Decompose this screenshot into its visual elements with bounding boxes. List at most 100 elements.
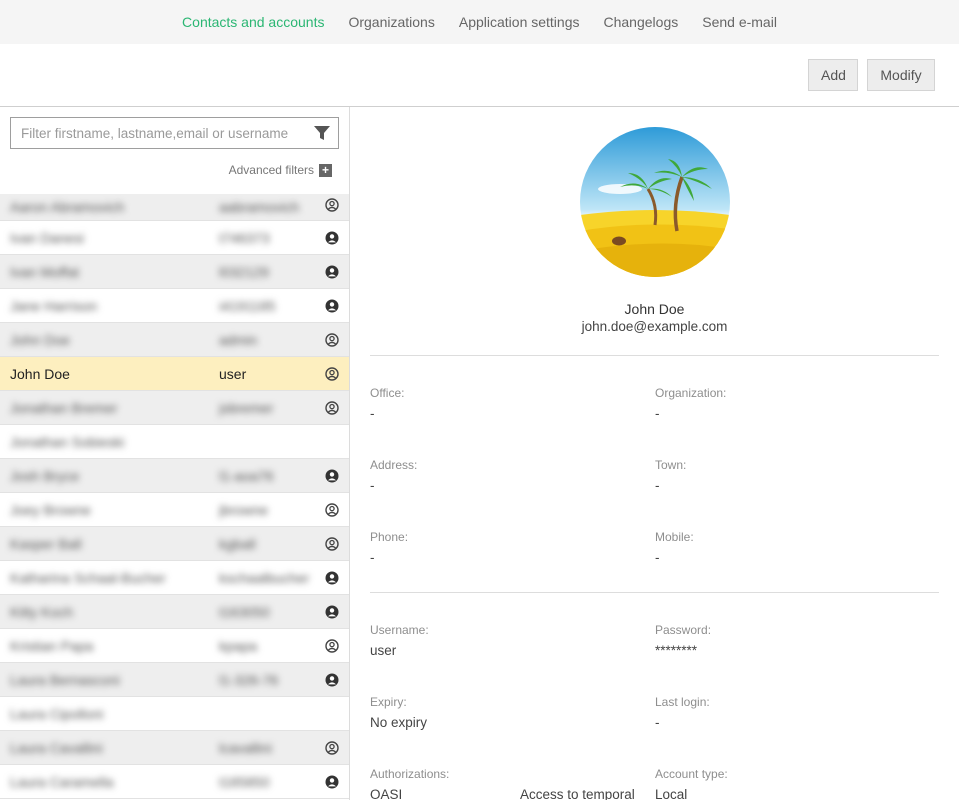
nav-contacts-and-accounts[interactable]: Contacts and accounts — [182, 14, 324, 30]
contact-row[interactable]: John Doe user — [0, 357, 349, 391]
contact-name: Jonathan Sobieski — [10, 433, 125, 450]
contact-row[interactable]: Ivan Moffat l032129 — [0, 255, 349, 289]
contact-name: Aaron Abramovich — [10, 199, 125, 215]
contact-name: Katharina Schaal-Bucher — [10, 569, 166, 586]
contact-username: kschaalbucher — [219, 569, 309, 586]
add-button[interactable]: Add — [808, 59, 858, 91]
organization-label: Organization: — [655, 386, 727, 400]
advanced-filters-link[interactable]: Advanced filters + — [229, 163, 332, 177]
office-label: Office: — [370, 386, 405, 400]
contact-username: l1-aoa76 — [219, 467, 274, 484]
account-type-value: Local — [655, 787, 688, 800]
contact-name: Jonathan Bremer — [10, 399, 118, 416]
contact-username: jsbremer — [219, 399, 274, 416]
contact-username: lcavallini — [219, 739, 272, 756]
last-login-value: - — [655, 715, 660, 730]
user-outline-icon — [325, 198, 339, 212]
nav-changelogs[interactable]: Changelogs — [604, 14, 679, 30]
user-filled-icon — [325, 469, 339, 483]
contact-row[interactable]: John Doe admin — [0, 323, 349, 357]
user-filled-icon — [325, 605, 339, 619]
phone-label: Phone: — [370, 530, 409, 544]
contact-username: l1-326-76 — [219, 671, 279, 688]
last-login-label: Last login: — [655, 695, 710, 709]
mobile-label: Mobile: — [655, 530, 694, 544]
contact-username: t746373 — [219, 229, 270, 246]
organization-value: - — [655, 406, 660, 421]
nav-application-settings[interactable]: Application settings — [459, 14, 580, 30]
contact-username: kgball — [219, 535, 256, 552]
contact-name: Kitty Koch — [10, 603, 74, 620]
contact-row[interactable]: Jane Harrison i4191185 — [0, 289, 349, 323]
divider — [370, 355, 939, 356]
modify-button[interactable]: Modify — [867, 59, 935, 91]
username-label: Username: — [370, 623, 429, 637]
plus-icon: + — [319, 163, 332, 177]
contact-name: Jane Harrison — [10, 297, 98, 314]
contact-name: Joey Browne — [10, 501, 91, 518]
contact-username: kpapa — [219, 637, 258, 654]
contact-detail-panel: John Doe john.doe@example.com Office: - … — [350, 107, 959, 800]
contact-row[interactable]: Katharina Schaal-Bucher kschaalbucher — [0, 561, 349, 595]
password-value: ******** — [655, 643, 698, 658]
contact-username: t163050 — [219, 603, 270, 620]
divider — [370, 592, 939, 593]
user-outline-icon — [325, 367, 339, 381]
password-label: Password: — [655, 623, 712, 637]
contact-row[interactable]: Ivan Danesi t746373 — [0, 221, 349, 255]
contact-row[interactable]: Kitty Koch t163050 — [0, 595, 349, 629]
contact-row[interactable]: Jonathan Bremer jsbremer — [0, 391, 349, 425]
contact-username: user — [219, 365, 247, 382]
contact-name: Laura Bernasconi — [10, 671, 120, 688]
contact-row[interactable]: Kristian Papa kpapa — [0, 629, 349, 663]
account-type-label: Account type: — [655, 767, 728, 781]
contact-name: Kasper Ball — [10, 535, 82, 552]
user-filled-icon — [325, 231, 339, 245]
contact-username: aabramovich — [219, 199, 300, 215]
contact-name: John Doe — [10, 365, 70, 382]
filter-box — [10, 117, 339, 149]
user-filled-icon — [325, 571, 339, 585]
contact-name: Josh Bryce — [10, 467, 80, 484]
contact-row[interactable]: Laura Bernasconi l1-326-76 — [0, 663, 349, 697]
profile-fullname: John Doe — [624, 301, 685, 317]
contact-name: Ivan Moffat — [10, 263, 80, 280]
top-nav: Contacts and accounts Organizations Appl… — [0, 0, 959, 44]
contact-row[interactable]: Laura Cavallini lcavallini — [0, 731, 349, 765]
user-outline-icon — [325, 741, 339, 755]
avatar — [580, 127, 730, 277]
user-outline-icon — [325, 639, 339, 653]
filter-input[interactable] — [11, 118, 301, 148]
contact-username: jbrowne — [219, 501, 269, 518]
town-label: Town: — [655, 458, 687, 472]
contact-name: Laura Cavallini — [10, 739, 103, 756]
contact-name: Laura Cipolloni — [10, 705, 104, 722]
authorization-item: OASI — [370, 787, 403, 800]
user-outline-icon — [325, 333, 339, 347]
mobile-value: - — [655, 550, 660, 565]
contact-row[interactable]: Aaron Abramovich aabramovich — [0, 194, 349, 221]
contact-row[interactable]: Jonathan Sobieski — [0, 425, 349, 459]
user-filled-icon — [325, 673, 339, 687]
nav-organizations[interactable]: Organizations — [348, 14, 434, 30]
contact-row[interactable]: Laura Cipolloni — [0, 697, 349, 731]
contact-row[interactable]: Laura Caramella t185850 — [0, 765, 349, 799]
expiry-value: No expiry — [370, 715, 428, 730]
phone-value: - — [370, 550, 375, 565]
contact-name: John Doe — [10, 331, 70, 348]
contact-name: Ivan Danesi — [10, 229, 84, 246]
contact-row[interactable]: Joey Browne jbrowne — [0, 493, 349, 527]
contact-username: l032129 — [219, 263, 269, 280]
contact-row[interactable]: Kasper Ball kgball — [0, 527, 349, 561]
contact-list-panel: Advanced filters + Aaron Abramovich aabra… — [0, 107, 350, 800]
nav-send-email[interactable]: Send e-mail — [702, 14, 777, 30]
address-label: Address: — [370, 458, 418, 472]
filter-icon[interactable] — [314, 125, 330, 141]
user-outline-icon — [325, 503, 339, 517]
authorization-item: Access to temporal — [520, 787, 635, 800]
expiry-label: Expiry: — [370, 695, 407, 709]
contact-row[interactable]: Josh Bryce l1-aoa76 — [0, 459, 349, 493]
contact-name: Laura Caramella — [10, 773, 114, 790]
contact-name: Kristian Papa — [10, 637, 94, 654]
user-outline-icon — [325, 537, 339, 551]
